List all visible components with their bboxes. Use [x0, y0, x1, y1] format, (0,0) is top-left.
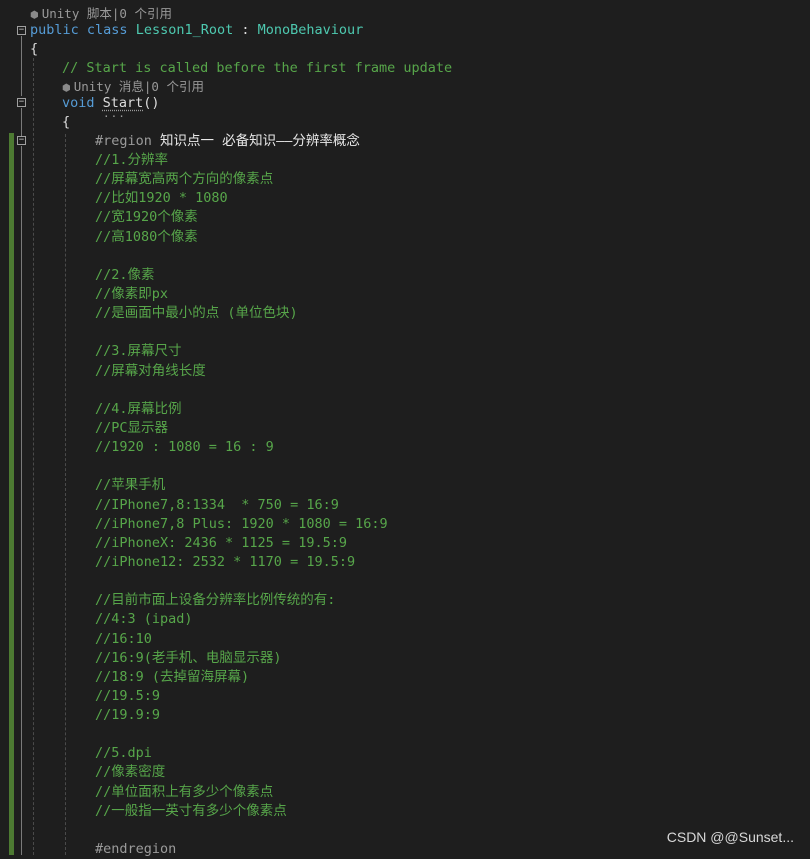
method-name[interactable]: Start: [103, 95, 144, 111]
comment-line: //苹果手机: [95, 477, 166, 494]
comment-line: //2.像素: [95, 266, 155, 283]
comment-line: //是画面中最小的点 (单位色块): [95, 305, 298, 322]
class-fold-line: [21, 36, 22, 96]
comment-line: //iPhoneX: 2436 * 1125 = 19.5:9: [95, 534, 347, 551]
region-line[interactable]: #region 知识点一 必备知识——分辨率概念: [95, 132, 360, 151]
comment-line: //16:9(老手机、电脑显示器): [95, 649, 282, 666]
comment-line: //宽1920个像素: [95, 209, 198, 226]
comment-line: //高1080个像素: [95, 228, 198, 245]
start-comment: // Start is called before the first fram…: [62, 60, 453, 76]
comment-line: //目前市面上设备分辨率比例传统的有:: [95, 592, 336, 609]
keyword-class: class: [86, 22, 128, 38]
comment-line: //4.屏幕比例: [95, 400, 182, 417]
change-indicator-bar: [9, 133, 14, 855]
class-declaration-line[interactable]: public class Lesson1_Root : MonoBehaviou…: [30, 21, 363, 40]
class-open-brace: {: [30, 41, 39, 57]
keyword-public: public: [30, 22, 79, 38]
colon: :: [233, 22, 258, 38]
comment-line: //4:3 (ipad): [95, 611, 193, 628]
region-name: 知识点一 必备知识——分辨率概念: [160, 133, 360, 149]
comment-line: //IPhone7,8:1334 * 750 = 16:9: [95, 496, 339, 513]
region-directive: #region: [95, 133, 152, 149]
region-fold-line: [21, 146, 22, 855]
code-editor[interactable]: − − − ⬢ Unity 脚本|0 个引用 public class Lesso…: [0, 0, 810, 857]
indent-guide: [65, 134, 66, 855]
comment-line: //1920 : 1080 = 16 : 9: [95, 439, 274, 456]
collapse-class-icon[interactable]: −: [17, 26, 26, 35]
class-name: Lesson1_Root: [135, 22, 234, 38]
comment-line: //单位面积上有多少个像素点: [95, 783, 274, 800]
comment-line: //像素密度: [95, 764, 166, 781]
base-class-name: MonoBehaviour: [257, 22, 364, 38]
comment-line: //16:10: [95, 630, 152, 647]
comment-line: //19.5:9: [95, 687, 161, 704]
collapse-method-icon[interactable]: −: [17, 98, 26, 107]
comment-line: //19.9:9: [95, 707, 161, 724]
endregion-line: #endregion: [95, 841, 177, 857]
method-open-brace: {: [62, 114, 71, 130]
comment-line: //比如1920 * 1080: [95, 190, 228, 207]
method-parens: (): [143, 95, 160, 111]
comment-line: //屏幕对角线长度: [95, 362, 206, 379]
keyword-void: void: [62, 95, 95, 111]
csdn-watermark: CSDN @@Sunset...: [666, 829, 794, 845]
comment-line: //iPhone7,8 Plus: 1920 * 1080 = 16:9: [95, 515, 388, 532]
comment-line: //iPhone12: 2532 * 1170 = 19.5:9: [95, 553, 356, 570]
method-fold-line: [21, 108, 22, 136]
comment-line: //屏幕宽高两个方向的像素点: [95, 171, 274, 188]
suggestion-dots-icon: ···: [103, 110, 126, 123]
comment-line: //5.dpi: [95, 745, 152, 762]
comment-line: //PC显示器: [95, 419, 169, 436]
indent-guide: [33, 58, 34, 855]
collapse-region-icon[interactable]: −: [17, 136, 26, 145]
comment-line: //3.屏幕尺寸: [95, 343, 182, 360]
comment-line: //1.分辨率: [95, 152, 169, 168]
comment-line: //18:9 (去掉留海屏幕): [95, 668, 250, 685]
comment-line: //像素即px: [95, 285, 169, 302]
comment-line: //一般指一英寸有多少个像素点: [95, 802, 287, 819]
